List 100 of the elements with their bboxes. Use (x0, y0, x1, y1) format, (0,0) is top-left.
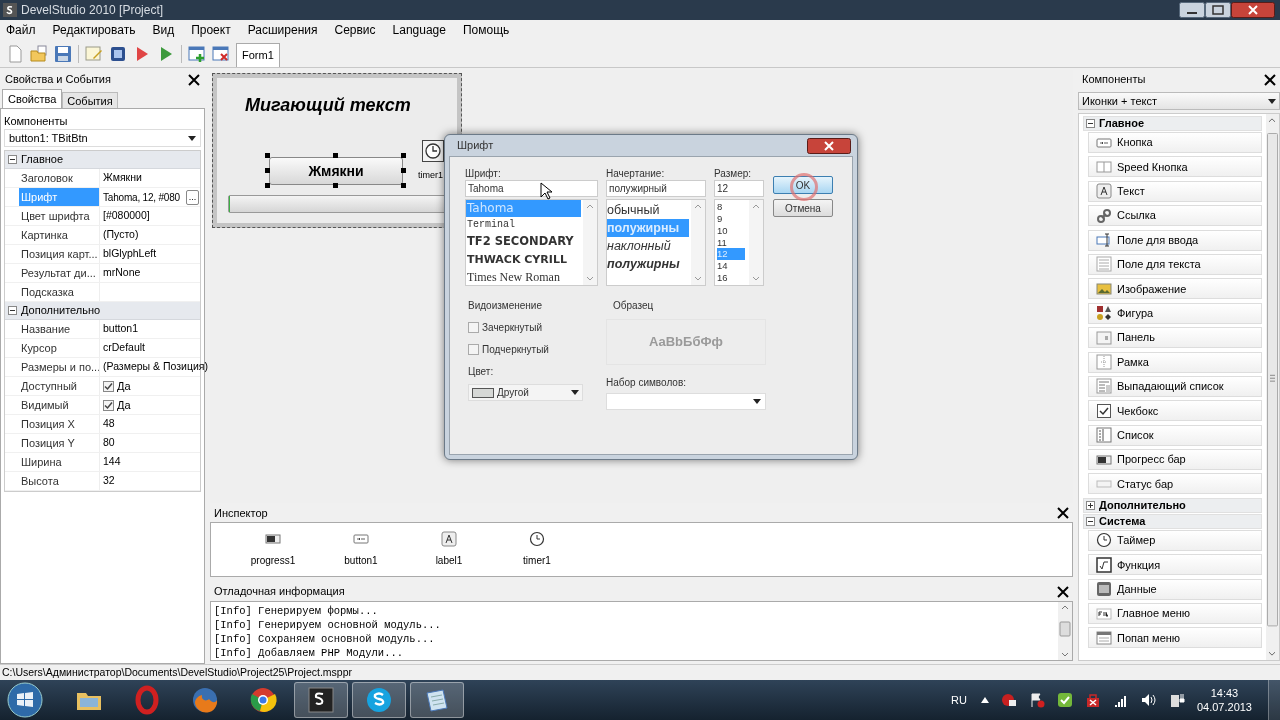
component-button[interactable]: Speed Кнопка (1088, 156, 1262, 178)
component-label[interactable]: timer1 (523, 553, 551, 568)
component-button[interactable]: Прогресс бар (1088, 449, 1262, 471)
checkbox[interactable] (103, 380, 114, 392)
collapse-icon[interactable] (1086, 119, 1095, 128)
cancel-button[interactable]: Отмена (773, 199, 833, 217)
component-button[interactable]: Список (1088, 424, 1262, 446)
resize-handle[interactable] (333, 183, 338, 188)
component-button[interactable]: Текст (1088, 180, 1262, 202)
taskbar-button[interactable] (352, 682, 406, 718)
font-size-field[interactable]: 12 (714, 180, 764, 197)
component-button[interactable]: Статус бар (1088, 473, 1262, 495)
add-form-icon[interactable] (188, 45, 206, 63)
checkbox[interactable] (468, 322, 479, 333)
component-button[interactable]: Изображение (1088, 278, 1262, 300)
component-button[interactable]: Функция (1088, 554, 1262, 576)
lock-icon[interactable] (1084, 692, 1101, 708)
scrollbar[interactable] (1058, 602, 1072, 660)
form-tab[interactable]: Form1 (236, 43, 280, 67)
font-list-item[interactable]: TF2 SECONDARY (466, 232, 583, 251)
font-name-field[interactable]: Tahoma (465, 180, 598, 197)
remove-form-icon[interactable] (212, 45, 230, 63)
font-size-item[interactable]: 9 (717, 212, 749, 225)
flag-icon[interactable] (1028, 692, 1045, 708)
save-icon[interactable] (54, 45, 72, 63)
scrollbar[interactable] (749, 200, 763, 285)
view-select[interactable]: Иконки + текст (1078, 92, 1280, 110)
property-name[interactable]: Цвет шрифта (19, 207, 99, 225)
component-button[interactable]: Данные (1088, 578, 1262, 600)
taskbar-button[interactable] (294, 682, 348, 718)
font-style-list[interactable]: обычный полужирны наклонный полужирны (606, 199, 706, 286)
start-button[interactable] (6, 681, 44, 719)
close-icon[interactable] (188, 73, 200, 86)
font-size-item[interactable]: 14 (717, 260, 749, 272)
property-name[interactable]: Курсор (19, 339, 99, 357)
component-label[interactable]: button1 (344, 553, 378, 568)
show-desktop-button[interactable] (1268, 680, 1280, 720)
font-size-item[interactable]: 10 (717, 224, 749, 237)
resize-handle[interactable] (265, 183, 270, 188)
speaker-icon[interactable] (1140, 692, 1157, 708)
menu-item[interactable]: Файл (6, 21, 36, 39)
font-style-field[interactable]: полужирный (606, 180, 706, 197)
property-name[interactable]: Позиция Y (19, 434, 99, 452)
close-button[interactable] (807, 137, 851, 154)
font-size-item[interactable]: 8 (717, 201, 749, 213)
collapse-icon[interactable] (1086, 516, 1095, 526)
collapse-icon[interactable] (8, 306, 17, 315)
component-button[interactable]: Фигура (1088, 302, 1262, 324)
scrollbar[interactable] (691, 200, 705, 285)
clock-time[interactable]: 14:43 (1210, 686, 1239, 700)
property-name[interactable]: Позиция карт... (19, 245, 99, 263)
open-folder-icon[interactable] (30, 45, 48, 63)
font-style-item[interactable]: обычный (607, 201, 691, 219)
panel-tab[interactable]: Свойства (2, 89, 63, 108)
menu-item[interactable]: Вид (152, 21, 175, 39)
font-size-list[interactable]: 8 9 10 11 12 14 16 (714, 199, 764, 286)
record-icon[interactable] (1000, 692, 1017, 708)
font-list-item[interactable]: Terminal (466, 216, 583, 233)
clock-date[interactable]: 04.07.2013 (1196, 700, 1252, 714)
component-button[interactable]: Рамка (1088, 351, 1262, 373)
component-button[interactable]: Поле для текста (1088, 253, 1262, 275)
component-label[interactable]: label1 (435, 553, 463, 568)
battery-plug-icon[interactable] (1168, 692, 1185, 708)
property-name[interactable]: Ширина (19, 453, 99, 471)
taskbar-button[interactable] (410, 682, 464, 718)
font-list-item[interactable]: THWACK CYRILL (466, 250, 583, 270)
checkbox[interactable] (468, 344, 479, 355)
font-style-item[interactable]: полужирны (607, 255, 691, 273)
property-name[interactable]: Заголовок (19, 169, 99, 187)
minimize-button[interactable] (1179, 2, 1205, 18)
component-select[interactable]: button1: TBitBtn (4, 129, 201, 147)
menu-item[interactable]: Сервис (334, 21, 376, 39)
menu-item[interactable]: Расширения (247, 21, 318, 39)
font-style-item[interactable]: наклонный (607, 237, 691, 255)
property-name[interactable]: Доступный (19, 377, 99, 395)
close-button[interactable] (1231, 2, 1275, 18)
property-name[interactable]: Подсказка (19, 283, 99, 301)
property-value[interactable]: Tahoma, 12, #080 (103, 189, 180, 205)
menu-item[interactable]: Language (392, 21, 446, 39)
resize-handle[interactable] (401, 183, 406, 188)
component-button[interactable]: Ссылка (1088, 205, 1262, 227)
property-name[interactable]: Позиция X (19, 415, 99, 433)
property-name[interactable]: Картинка (19, 226, 99, 244)
collapse-icon[interactable] (8, 155, 17, 164)
property-name[interactable]: Результат ди... (19, 264, 99, 282)
stop-icon[interactable] (109, 45, 127, 63)
font-list[interactable]: Tahoma Terminal TF2 SECONDARY THWACK CYRILL Times New Roman (465, 199, 598, 286)
check-icon[interactable] (1056, 692, 1073, 708)
form-button[interactable]: Жмякни (269, 157, 403, 185)
up-arrow-icon[interactable] (980, 697, 989, 703)
resize-handle[interactable] (333, 153, 338, 158)
close-icon[interactable] (1264, 73, 1276, 86)
ok-button[interactable]: OK (773, 176, 833, 194)
ellipsis-button[interactable]: ... (185, 189, 200, 205)
scrollbar[interactable] (1266, 114, 1279, 660)
property-name[interactable]: Название (19, 320, 99, 338)
property-name[interactable]: Высота (19, 472, 99, 490)
resize-handle[interactable] (265, 168, 270, 173)
scrollbar[interactable] (583, 200, 597, 285)
close-icon[interactable] (1057, 507, 1069, 519)
